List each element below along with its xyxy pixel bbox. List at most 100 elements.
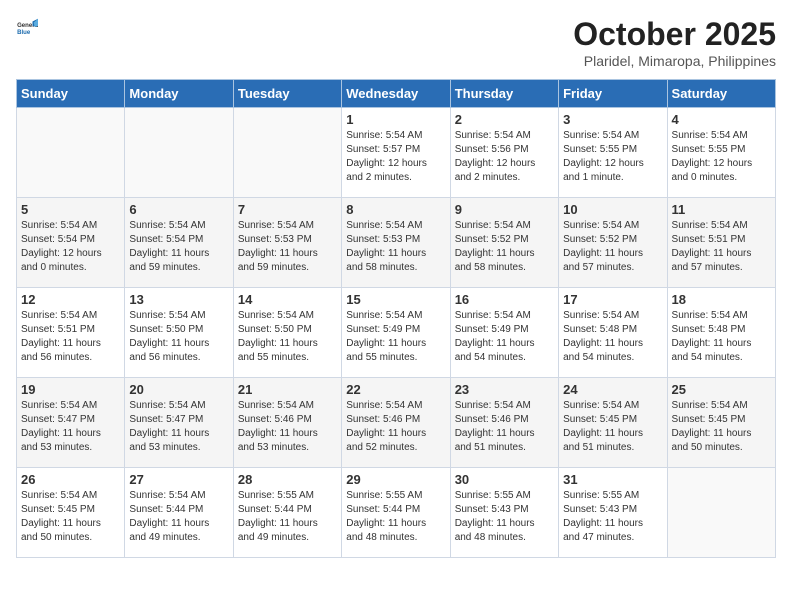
header-row: Sunday Monday Tuesday Wednesday Thursday…	[17, 80, 776, 108]
cell-4-1: 19 Sunrise: 5:54 AM Sunset: 5:47 PM Dayli…	[17, 378, 125, 468]
cell-1-2	[125, 108, 233, 198]
day-number: 7	[238, 202, 337, 217]
cell-info: Sunrise: 5:54 AM Sunset: 5:44 PM Dayligh…	[129, 489, 228, 545]
day-number: 5	[21, 202, 120, 217]
cell-3-1: 12Sunrise: 5:54 AM Sunset: 5:51 PM Dayli…	[17, 288, 125, 378]
day-number: 30	[455, 472, 554, 487]
cell-info: Sunrise: 5:54 AM Sunset: 5:53 PM Dayligh…	[346, 219, 445, 275]
day-number: 22	[346, 382, 445, 397]
subtitle: Plaridel, Mimaropa, Philippines	[573, 53, 776, 69]
day-number: 24	[563, 382, 662, 397]
cell-info: Sunrise: 5:54 AM Sunset: 5:49 PM Dayligh…	[346, 309, 445, 365]
cell-info: Sunrise: 5:54 AM Sunset: 5:54 PM Dayligh…	[129, 219, 228, 275]
cell-info: Sunrise: 5:54 AM Sunset: 5:48 PM Dayligh…	[563, 309, 662, 365]
day-number: 10	[563, 202, 662, 217]
cell-4-6: 24 Sunrise: 5:54 AM Sunset: 5:45 PM Dayli…	[559, 378, 667, 468]
week-row-1: 1 Sunrise: 5:54 AM Sunset: 5:57 PM Daylig…	[17, 108, 776, 198]
day-number: 13	[129, 292, 228, 307]
cell-5-6: 31 Sunrise: 5:55 AM Sunset: 5:43 PM Dayli…	[559, 468, 667, 558]
logo-icon: General Blue	[16, 16, 38, 38]
day-number: 12	[21, 292, 120, 307]
calendar-table: Sunday Monday Tuesday Wednesday Thursday…	[16, 79, 776, 558]
header-sunday: Sunday	[17, 80, 125, 108]
cell-5-7	[667, 468, 775, 558]
cell-info: Sunrise: 5:54 AM Sunset: 5:50 PM Dayligh…	[238, 309, 337, 365]
day-number: 17	[563, 292, 662, 307]
cell-2-7: 11 Sunrise: 5:54 AM Sunset: 5:51 PM Dayli…	[667, 198, 775, 288]
cell-info: Sunrise: 5:55 AM Sunset: 5:44 PM Dayligh…	[238, 489, 337, 545]
day-number: 16	[455, 292, 554, 307]
cell-3-5: 16 Sunrise: 5:54 AM Sunset: 5:49 PM Dayli…	[450, 288, 558, 378]
cell-info: Sunrise: 5:54 AM Sunset: 5:47 PM Dayligh…	[21, 399, 120, 455]
svg-text:Blue: Blue	[17, 30, 31, 36]
cell-info: Sunrise: 5:54 AM Sunset: 5:45 PM Dayligh…	[672, 399, 771, 455]
week-row-5: 26Sunrise: 5:54 AM Sunset: 5:45 PM Dayli…	[17, 468, 776, 558]
header-tuesday: Tuesday	[233, 80, 341, 108]
logo: General Blue	[16, 16, 38, 38]
day-number: 1	[346, 112, 445, 127]
cell-info: Sunrise: 5:55 AM Sunset: 5:43 PM Dayligh…	[563, 489, 662, 545]
cell-5-4: 29 Sunrise: 5:55 AM Sunset: 5:44 PM Dayli…	[342, 468, 450, 558]
cell-2-2: 6Sunrise: 5:54 AM Sunset: 5:54 PM Daylig…	[125, 198, 233, 288]
day-number: 18	[672, 292, 771, 307]
cell-info: Sunrise: 5:54 AM Sunset: 5:52 PM Dayligh…	[455, 219, 554, 275]
cell-2-5: 9Sunrise: 5:54 AM Sunset: 5:52 PM Daylig…	[450, 198, 558, 288]
title-area: October 2025 Plaridel, Mimaropa, Philipp…	[573, 16, 776, 69]
cell-info: Sunrise: 5:55 AM Sunset: 5:44 PM Dayligh…	[346, 489, 445, 545]
cell-3-4: 15 Sunrise: 5:54 AM Sunset: 5:49 PM Dayli…	[342, 288, 450, 378]
cell-5-1: 26Sunrise: 5:54 AM Sunset: 5:45 PM Dayli…	[17, 468, 125, 558]
cell-5-3: 28 Sunrise: 5:55 AM Sunset: 5:44 PM Dayli…	[233, 468, 341, 558]
week-row-2: 5 Sunrise: 5:54 AM Sunset: 5:54 PM Daylig…	[17, 198, 776, 288]
cell-2-4: 8 Sunrise: 5:54 AM Sunset: 5:53 PM Daylig…	[342, 198, 450, 288]
day-number: 8	[346, 202, 445, 217]
cell-info: Sunrise: 5:54 AM Sunset: 5:46 PM Dayligh…	[346, 399, 445, 455]
cell-info: Sunrise: 5:54 AM Sunset: 5:45 PM Dayligh…	[563, 399, 662, 455]
cell-info: Sunrise: 5:54 AM Sunset: 5:57 PM Dayligh…	[346, 129, 445, 185]
header-monday: Monday	[125, 80, 233, 108]
cell-info: Sunrise: 5:54 AM Sunset: 5:50 PM Dayligh…	[129, 309, 228, 365]
cell-info: Sunrise: 5:54 AM Sunset: 5:46 PM Dayligh…	[455, 399, 554, 455]
cell-info: Sunrise: 5:54 AM Sunset: 5:53 PM Dayligh…	[238, 219, 337, 275]
header: General Blue October 2025 Plaridel, Mima…	[16, 16, 776, 69]
week-row-3: 12Sunrise: 5:54 AM Sunset: 5:51 PM Dayli…	[17, 288, 776, 378]
cell-info: Sunrise: 5:54 AM Sunset: 5:48 PM Dayligh…	[672, 309, 771, 365]
cell-info: Sunrise: 5:54 AM Sunset: 5:51 PM Dayligh…	[672, 219, 771, 275]
cell-2-3: 7 Sunrise: 5:54 AM Sunset: 5:53 PM Daylig…	[233, 198, 341, 288]
cell-info: Sunrise: 5:54 AM Sunset: 5:55 PM Dayligh…	[563, 129, 662, 185]
cell-4-5: 23 Sunrise: 5:54 AM Sunset: 5:46 PM Dayli…	[450, 378, 558, 468]
cell-4-2: 20 Sunrise: 5:54 AM Sunset: 5:47 PM Dayli…	[125, 378, 233, 468]
day-number: 29	[346, 472, 445, 487]
cell-4-4: 22 Sunrise: 5:54 AM Sunset: 5:46 PM Dayli…	[342, 378, 450, 468]
cell-1-3	[233, 108, 341, 198]
day-number: 4	[672, 112, 771, 127]
header-friday: Friday	[559, 80, 667, 108]
day-number: 3	[563, 112, 662, 127]
day-number: 23	[455, 382, 554, 397]
cell-1-1	[17, 108, 125, 198]
cell-info: Sunrise: 5:54 AM Sunset: 5:49 PM Dayligh…	[455, 309, 554, 365]
cell-1-4: 1 Sunrise: 5:54 AM Sunset: 5:57 PM Daylig…	[342, 108, 450, 198]
cell-3-7: 18 Sunrise: 5:54 AM Sunset: 5:48 PM Dayli…	[667, 288, 775, 378]
day-number: 28	[238, 472, 337, 487]
day-number: 11	[672, 202, 771, 217]
day-number: 14	[238, 292, 337, 307]
cell-4-7: 25 Sunrise: 5:54 AM Sunset: 5:45 PM Dayli…	[667, 378, 775, 468]
day-number: 19	[21, 382, 120, 397]
day-number: 20	[129, 382, 228, 397]
cell-info: Sunrise: 5:54 AM Sunset: 5:47 PM Dayligh…	[129, 399, 228, 455]
header-saturday: Saturday	[667, 80, 775, 108]
day-number: 2	[455, 112, 554, 127]
day-number: 25	[672, 382, 771, 397]
cell-info: Sunrise: 5:55 AM Sunset: 5:43 PM Dayligh…	[455, 489, 554, 545]
cell-3-2: 13 Sunrise: 5:54 AM Sunset: 5:50 PM Dayli…	[125, 288, 233, 378]
cell-1-5: 2Sunrise: 5:54 AM Sunset: 5:56 PM Daylig…	[450, 108, 558, 198]
day-number: 15	[346, 292, 445, 307]
week-row-4: 19 Sunrise: 5:54 AM Sunset: 5:47 PM Dayli…	[17, 378, 776, 468]
cell-info: Sunrise: 5:54 AM Sunset: 5:46 PM Dayligh…	[238, 399, 337, 455]
cell-2-6: 10Sunrise: 5:54 AM Sunset: 5:52 PM Dayli…	[559, 198, 667, 288]
cell-info: Sunrise: 5:54 AM Sunset: 5:55 PM Dayligh…	[672, 129, 771, 185]
day-number: 21	[238, 382, 337, 397]
day-number: 31	[563, 472, 662, 487]
day-number: 26	[21, 472, 120, 487]
cell-3-6: 17 Sunrise: 5:54 AM Sunset: 5:48 PM Dayli…	[559, 288, 667, 378]
